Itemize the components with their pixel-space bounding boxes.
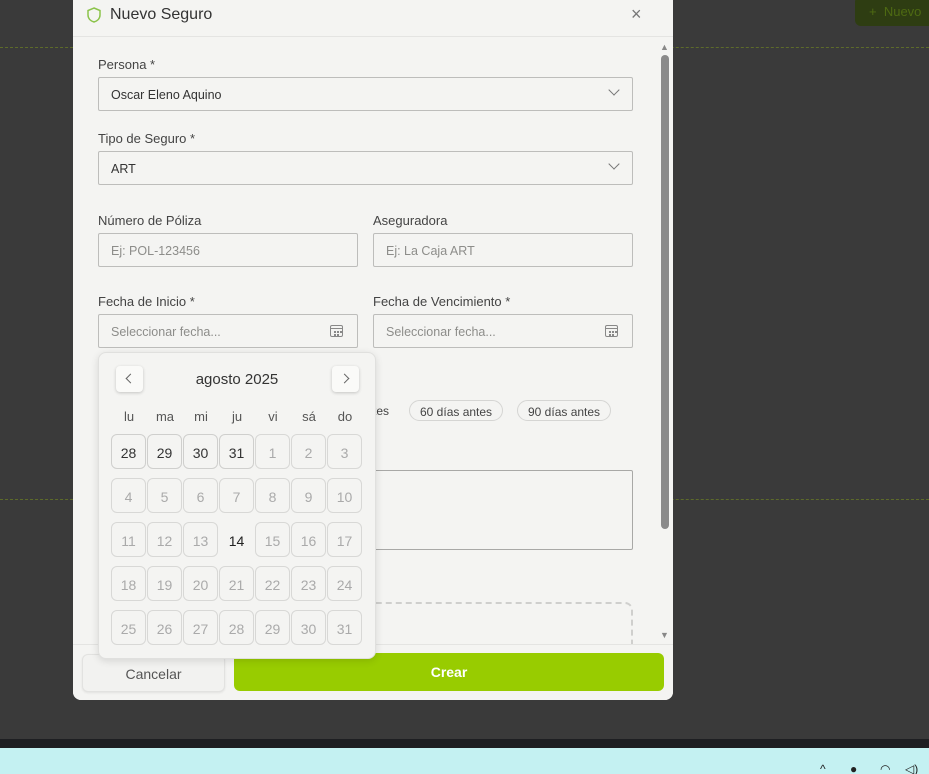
calendar-day[interactable]: 17 bbox=[327, 522, 362, 557]
persona-value: Oscar Eleno Aquino bbox=[111, 88, 222, 102]
calendar-day[interactable]: 2 bbox=[291, 434, 326, 469]
calendar-day[interactable]: 5 bbox=[147, 478, 182, 513]
calendar-icon bbox=[605, 325, 618, 337]
fecha-inicio-input[interactable]: Seleccionar fecha... bbox=[98, 314, 358, 348]
taskbar bbox=[0, 748, 929, 774]
fecha-venc-input[interactable]: Seleccionar fecha... bbox=[373, 314, 633, 348]
scroll-down-arrow-icon[interactable]: ▼ bbox=[660, 630, 669, 640]
calendar-day[interactable]: 6 bbox=[183, 478, 218, 513]
calendar-day[interactable]: 10 bbox=[327, 478, 362, 513]
calendar-day[interactable]: 29 bbox=[147, 434, 182, 469]
scroll-up-arrow-icon[interactable]: ▲ bbox=[660, 42, 669, 52]
weekday-label: ma bbox=[155, 409, 175, 424]
fecha-venc-label: Fecha de Vencimiento * bbox=[373, 294, 511, 309]
taskbar-separator bbox=[0, 739, 929, 748]
calendar-day[interactable]: 22 bbox=[255, 566, 290, 601]
calendar-day[interactable]: 4 bbox=[111, 478, 146, 513]
calendar-day[interactable]: 29 bbox=[255, 610, 290, 645]
calendar-day[interactable]: 8 bbox=[255, 478, 290, 513]
calendar-day[interactable]: 16 bbox=[291, 522, 326, 557]
weekday-label: vi bbox=[268, 409, 278, 424]
calendar-day[interactable]: 24 bbox=[327, 566, 362, 601]
calendar-icon bbox=[330, 325, 343, 337]
chevron-right-icon[interactable] bbox=[332, 366, 359, 392]
persona-label: Persona * bbox=[98, 57, 156, 72]
shield-icon bbox=[87, 7, 101, 23]
tipo-value: ART bbox=[111, 162, 136, 176]
tray-wifi-icon[interactable]: ◠ bbox=[880, 762, 890, 774]
calendar-day[interactable]: 28 bbox=[111, 434, 146, 469]
calendar-day[interactable]: 27 bbox=[183, 610, 218, 645]
calendar-day[interactable]: 7 bbox=[219, 478, 254, 513]
calendar-day[interactable]: 14 bbox=[219, 522, 254, 557]
calendar-day[interactable]: 3 bbox=[327, 434, 362, 469]
calendar-day[interactable]: 1 bbox=[255, 434, 290, 469]
calendar-day[interactable]: 31 bbox=[327, 610, 362, 645]
calendar-day[interactable]: 12 bbox=[147, 522, 182, 557]
calendar-day[interactable]: 30 bbox=[291, 610, 326, 645]
calendar-day[interactable]: 20 bbox=[183, 566, 218, 601]
close-icon[interactable]: × bbox=[631, 4, 642, 25]
chip-60-days[interactable]: 60 días antes bbox=[409, 400, 504, 421]
chevron-down-icon bbox=[608, 158, 620, 170]
tray-avatar-icon[interactable]: ● bbox=[850, 762, 857, 774]
calendar-day[interactable]: 23 bbox=[291, 566, 326, 601]
aseguradora-input[interactable]: Ej: La Caja ART bbox=[373, 233, 633, 267]
chevron-down-icon bbox=[608, 84, 620, 96]
tray-volume-icon[interactable]: ◁) bbox=[905, 762, 918, 774]
weekday-label: do bbox=[337, 409, 353, 424]
calendar-day[interactable]: 13 bbox=[183, 522, 218, 557]
calendar-day[interactable]: 26 bbox=[147, 610, 182, 645]
calendar-day[interactable]: 18 bbox=[111, 566, 146, 601]
calendar-day[interactable]: 31 bbox=[219, 434, 254, 469]
weekday-label: lu bbox=[123, 409, 135, 424]
fecha-inicio-placeholder: Seleccionar fecha... bbox=[111, 325, 221, 339]
calendar-day[interactable]: 9 bbox=[291, 478, 326, 513]
weekday-label: sá bbox=[302, 409, 316, 424]
calendar-day[interactable]: 11 bbox=[111, 522, 146, 557]
cancel-button[interactable]: Cancelar bbox=[82, 654, 225, 692]
weekday-label: mi bbox=[194, 409, 208, 424]
calendar-day[interactable]: 21 bbox=[219, 566, 254, 601]
calendar-day[interactable]: 28 bbox=[219, 610, 254, 645]
tipo-select[interactable]: ART bbox=[98, 151, 633, 185]
fecha-inicio-label: Fecha de Inicio * bbox=[98, 294, 195, 309]
bg-new-button-label: Nuevo bbox=[883, 4, 922, 19]
calendar-day[interactable]: 30 bbox=[183, 434, 218, 469]
calendar-day[interactable]: 15 bbox=[255, 522, 290, 557]
modal-header: Nuevo Seguro × bbox=[73, 0, 673, 37]
poliza-label: Número de Póliza bbox=[98, 213, 202, 228]
tipo-label: Tipo de Seguro * bbox=[98, 131, 196, 146]
chip-90-days[interactable]: 90 días antes bbox=[517, 400, 612, 421]
calendar-day[interactable]: 19 bbox=[147, 566, 182, 601]
calendar-day[interactable]: 25 bbox=[111, 610, 146, 645]
persona-select[interactable]: Oscar Eleno Aquino bbox=[98, 77, 633, 111]
weekday-label: ju bbox=[231, 409, 243, 424]
aseguradora-label: Aseguradora bbox=[373, 213, 448, 228]
bg-new-button[interactable]: + Nuevo bbox=[855, 0, 929, 26]
date-picker-popover: agosto 2025 lu ma mi ju vi sá do 28 29 30 3… bbox=[98, 352, 376, 659]
modal-title: Nuevo Seguro bbox=[110, 6, 213, 23]
tray-chevron-up-icon[interactable]: ^ bbox=[820, 762, 826, 774]
fecha-venc-placeholder: Seleccionar fecha... bbox=[386, 325, 496, 339]
scroll-thumb[interactable] bbox=[661, 55, 669, 529]
poliza-input[interactable]: Ej: POL-123456 bbox=[98, 233, 358, 267]
